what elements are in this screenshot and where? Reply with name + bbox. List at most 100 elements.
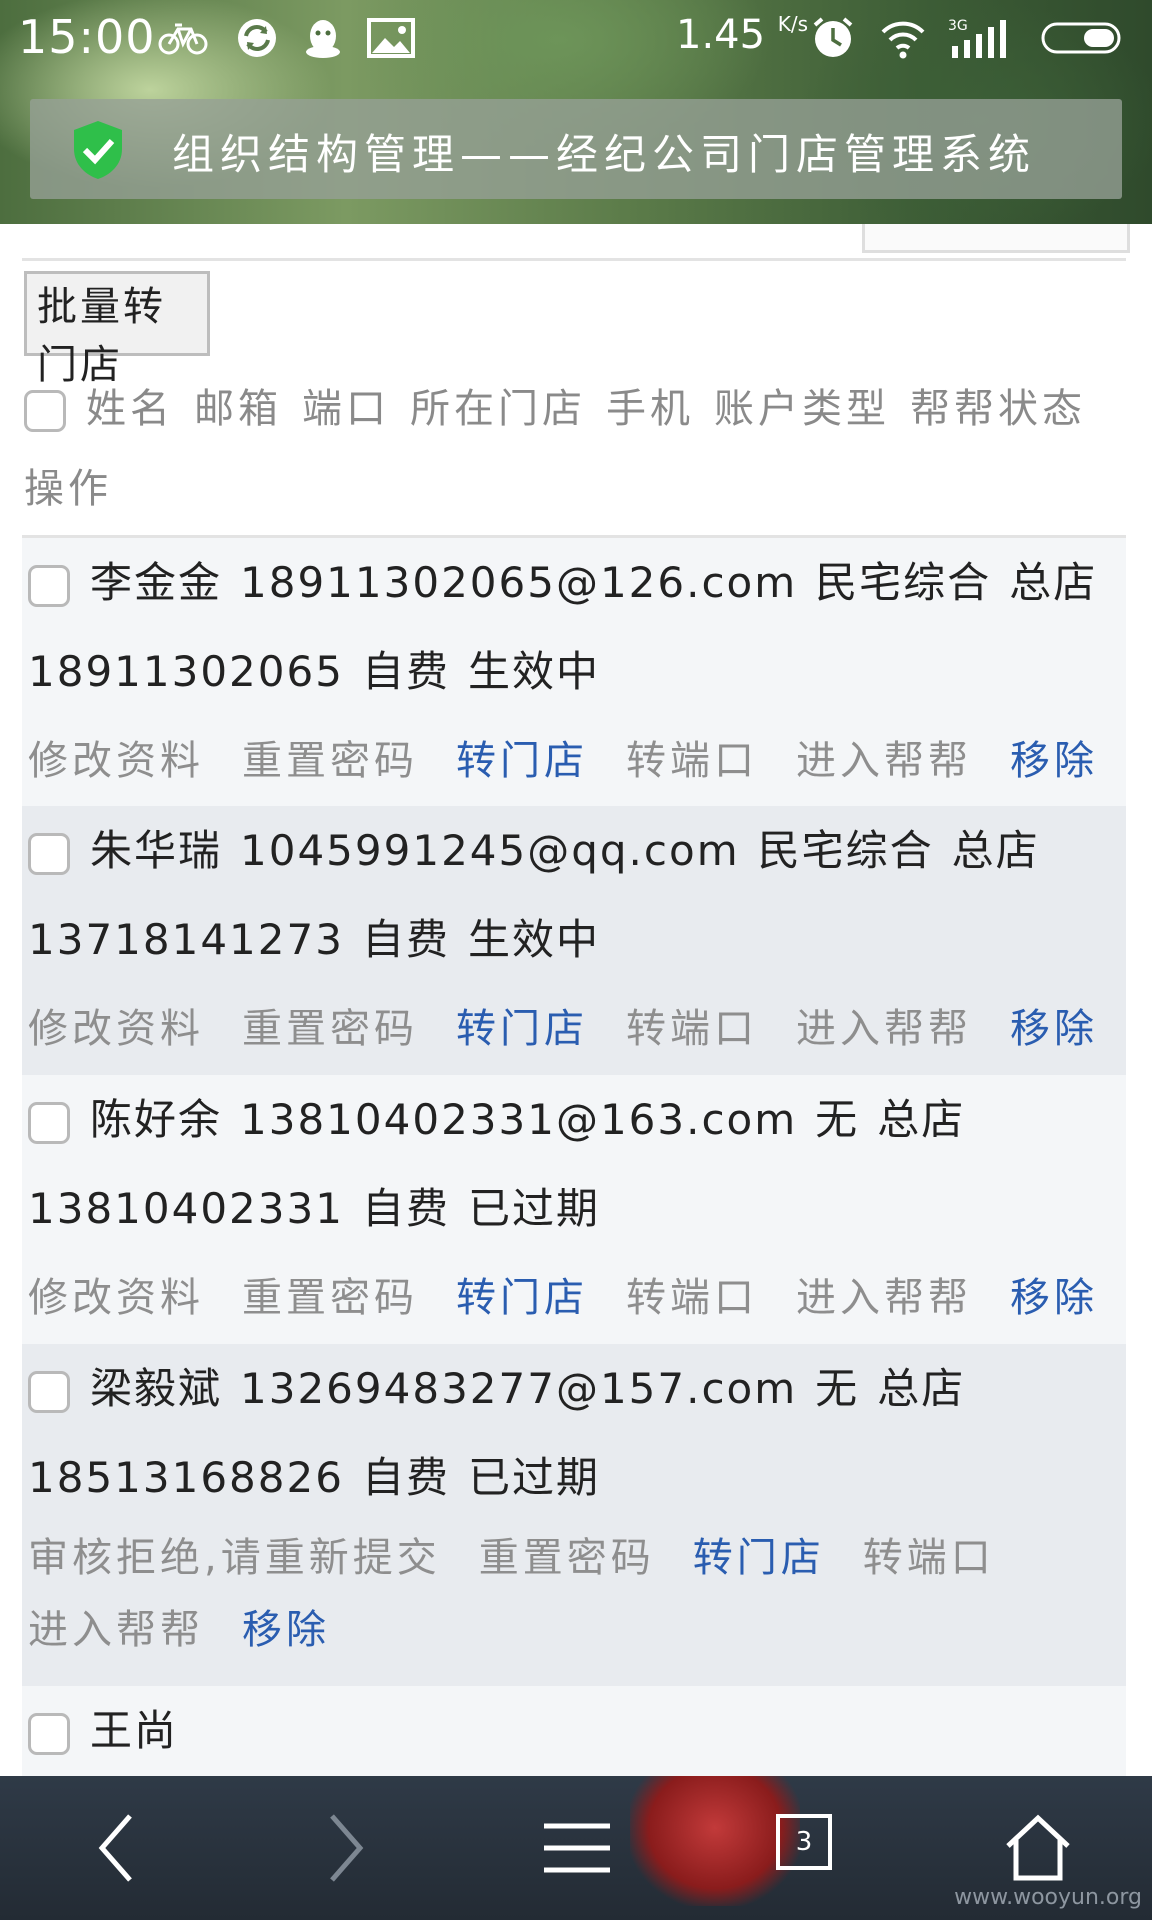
header-phone: 手机 [606, 386, 694, 432]
row-checkbox[interactable] [28, 1101, 70, 1144]
forward-arrow-icon[interactable] [322, 1808, 370, 1888]
qq-icon [306, 20, 340, 58]
cell-status: 生效中 [467, 915, 600, 964]
cell-account-type: 自费 [361, 1184, 450, 1233]
cell-store: 总店 [951, 826, 1040, 875]
review-rejected-resubmit-link[interactable]: 审核拒绝,请重新提交 [28, 1535, 441, 1581]
select-all-checkbox[interactable] [24, 390, 66, 432]
transfer-store-link[interactable]: 转门店 [456, 1275, 588, 1321]
cell-store: 总店 [877, 1095, 966, 1144]
batch-transfer-store-button[interactable]: 批量转门店 [24, 271, 210, 388]
cell-phone: 13810402331 [28, 1184, 344, 1233]
header-port: 端口 [302, 386, 390, 432]
table-row: 李金金 18911302065@126.com 民宅综合 总店 18911302065… [22, 538, 1126, 806]
alarm-clock-icon [813, 17, 853, 57]
table-row: 梁毅斌 13269483277@157.com 无总店 18513168826 自费已… [22, 1344, 1126, 1686]
menu-icon[interactable] [542, 1808, 612, 1888]
cell-status: 已过期 [467, 1453, 600, 1502]
cell-name: 李金金 [90, 558, 223, 607]
cell-email: 18911302065@126.com [240, 558, 798, 607]
header-email: 邮箱 [194, 386, 282, 432]
cell-phone: 18513168826 [28, 1453, 344, 1502]
home-icon[interactable] [1002, 1808, 1074, 1888]
cell-name: 陈好余 [90, 1095, 223, 1144]
image-icon [367, 18, 415, 58]
table-row: 王尚 [22, 1686, 1126, 1776]
top-right-control[interactable] [862, 224, 1130, 253]
remove-link[interactable]: 移除 [1010, 738, 1098, 784]
network-speed-value: 1.45 [676, 12, 766, 58]
header-name: 姓名 [86, 386, 174, 432]
remove-link[interactable]: 移除 [242, 1607, 330, 1653]
bicycle-icon [158, 23, 208, 55]
transfer-store-link[interactable]: 转门店 [456, 1006, 588, 1052]
remove-link[interactable]: 移除 [1010, 1275, 1098, 1321]
transfer-port-link[interactable]: 转端口 [626, 1275, 758, 1321]
cell-name: 朱华瑞 [90, 826, 223, 875]
enter-bangbang-link[interactable]: 进入帮帮 [796, 738, 972, 784]
edit-profile-link[interactable]: 修改资料 [28, 738, 204, 784]
background-photo-blob [630, 1776, 800, 1906]
row-checkbox[interactable] [28, 564, 70, 607]
status-time: 15:00 [18, 10, 156, 64]
cell-email: 13810402331@163.com [240, 1095, 798, 1144]
transfer-port-link[interactable]: 转端口 [626, 1006, 758, 1052]
table-row: 朱华瑞 1045991245@qq.com 民宅综合 总店 13718141273 自费… [22, 806, 1126, 1075]
cell-name: 梁毅斌 [90, 1364, 223, 1413]
edit-profile-link[interactable]: 修改资料 [28, 1275, 204, 1321]
cell-port: 民宅综合 [815, 558, 992, 607]
cell-account-type: 自费 [361, 647, 450, 696]
status-bar: 15:00 1.45 K/s 3G [0, 0, 1152, 76]
top-overlay: 15:00 1.45 K/s 3G 组织结构管理——经纪公司门店管理系统 [0, 0, 1152, 224]
reset-password-link[interactable]: 重置密码 [242, 1275, 418, 1321]
sync-icon [238, 19, 276, 57]
edit-profile-link[interactable]: 修改资料 [28, 1006, 204, 1052]
cell-email: 1045991245@qq.com [240, 826, 740, 875]
reset-password-link[interactable]: 重置密码 [479, 1535, 655, 1581]
cell-port: 无 [815, 1095, 860, 1144]
remove-link[interactable]: 移除 [1010, 1006, 1098, 1052]
cell-phone: 13718141273 [28, 915, 344, 964]
page-content: 批量转门店 姓名 邮箱 端口 所在门店 手机 账户类型 帮帮状态操作 李金金 18911302… [0, 224, 1152, 1776]
signal-3g-label: 3G [948, 18, 968, 34]
transfer-port-link[interactable]: 转端口 [863, 1535, 995, 1581]
header-account-type: 账户类型 [714, 386, 890, 432]
transfer-store-link[interactable]: 转门店 [693, 1535, 825, 1581]
reset-password-link[interactable]: 重置密码 [242, 738, 418, 784]
cell-name: 王尚 [90, 1706, 179, 1755]
table-row: 陈好余 13810402331@163.com 无总店 13810402331 自费已… [22, 1075, 1126, 1344]
page-title: 组织结构管理——经纪公司门店管理系统 [172, 130, 1037, 179]
row-checkbox[interactable] [28, 832, 70, 875]
cell-status: 已过期 [467, 1184, 600, 1233]
header-bangbang-status: 帮帮状态 [910, 386, 1086, 432]
cell-signal-icon: 3G [948, 18, 1006, 58]
divider [22, 258, 1126, 261]
enter-bangbang-link[interactable]: 进入帮帮 [796, 1275, 972, 1321]
header-actions: 操作 [24, 466, 112, 512]
cell-phone: 18911302065 [28, 647, 344, 696]
reset-password-link[interactable]: 重置密码 [242, 1006, 418, 1052]
cell-port: 民宅综合 [757, 826, 934, 875]
cell-port: 无 [815, 1364, 860, 1413]
transfer-store-link[interactable]: 转门店 [456, 738, 588, 784]
watermark: www.wooyun.org [954, 1885, 1142, 1910]
enter-bangbang-link[interactable]: 进入帮帮 [796, 1006, 972, 1052]
network-speed-unit: K/s [777, 12, 809, 36]
enter-bangbang-link[interactable]: 进入帮帮 [28, 1607, 204, 1653]
header-store: 所在门店 [410, 386, 586, 432]
cell-account-type: 自费 [361, 915, 450, 964]
row-checkbox[interactable] [28, 1370, 70, 1413]
back-arrow-icon[interactable] [92, 1808, 140, 1888]
battery-icon [1041, 22, 1121, 54]
row-checkbox[interactable] [28, 1712, 70, 1755]
transfer-port-link[interactable]: 转端口 [626, 738, 758, 784]
cell-store: 总店 [1009, 558, 1098, 607]
tabs-count-button[interactable]: 3 [776, 1814, 832, 1870]
cell-account-type: 自费 [361, 1453, 450, 1502]
page-title-bar: 组织结构管理——经纪公司门店管理系统 [30, 99, 1122, 199]
wifi-icon [881, 21, 925, 59]
table-header: 姓名 邮箱 端口 所在门店 手机 账户类型 帮帮状态操作 [24, 369, 1124, 529]
secure-shield-icon [74, 121, 122, 179]
cell-email: 13269483277@157.com [240, 1364, 798, 1413]
cell-store: 总店 [877, 1364, 966, 1413]
